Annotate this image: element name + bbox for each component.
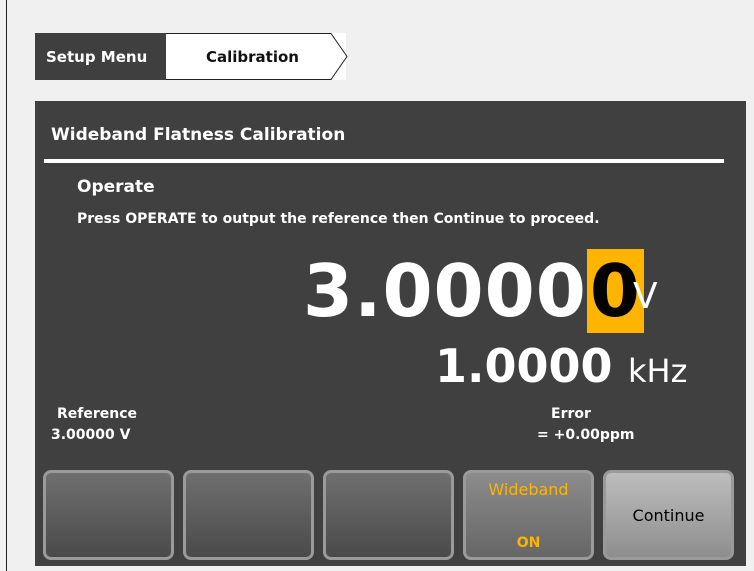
error-value: = +0.00ppm bbox=[537, 427, 635, 443]
continue-button[interactable]: Continue bbox=[603, 470, 734, 560]
reference-value: 3.00000 V bbox=[51, 427, 131, 443]
softkey-2[interactable] bbox=[183, 470, 314, 560]
frequency-unit: kHz bbox=[628, 352, 688, 390]
wideband-state: ON bbox=[516, 535, 541, 551]
calibration-panel: Wideband Flatness Calibration Operate Pr… bbox=[35, 101, 746, 566]
frequency-readout[interactable]: 1.0000 bbox=[435, 341, 613, 391]
wideband-toggle-button[interactable]: Wideband ON bbox=[463, 470, 594, 560]
reference-label: Reference bbox=[57, 406, 138, 422]
softkey-bar: Wideband ON Continue bbox=[43, 470, 744, 563]
voltage-readout[interactable]: 3.00000 bbox=[303, 249, 644, 333]
wideband-label: Wideband bbox=[488, 480, 569, 499]
softkey-1[interactable] bbox=[43, 470, 174, 560]
breadcrumb-setup-menu-label: Setup Menu bbox=[46, 47, 148, 66]
softkey-3[interactable] bbox=[323, 470, 454, 560]
continue-label: Continue bbox=[632, 505, 705, 525]
window-edge bbox=[6, 0, 7, 571]
operate-instructions: Press OPERATE to output the reference th… bbox=[77, 211, 600, 227]
operate-heading: Operate bbox=[77, 177, 155, 197]
error-label: Error bbox=[551, 406, 591, 422]
panel-title: Wideband Flatness Calibration bbox=[51, 125, 346, 145]
breadcrumb-setup-menu[interactable]: Setup Menu bbox=[35, 33, 182, 80]
breadcrumb-calibration-label: Calibration bbox=[206, 47, 299, 66]
voltage-digits: 3.0000 bbox=[303, 249, 587, 333]
title-divider bbox=[44, 159, 724, 163]
breadcrumb-calibration[interactable]: Calibration bbox=[166, 33, 346, 80]
voltage-unit: V bbox=[633, 276, 658, 317]
